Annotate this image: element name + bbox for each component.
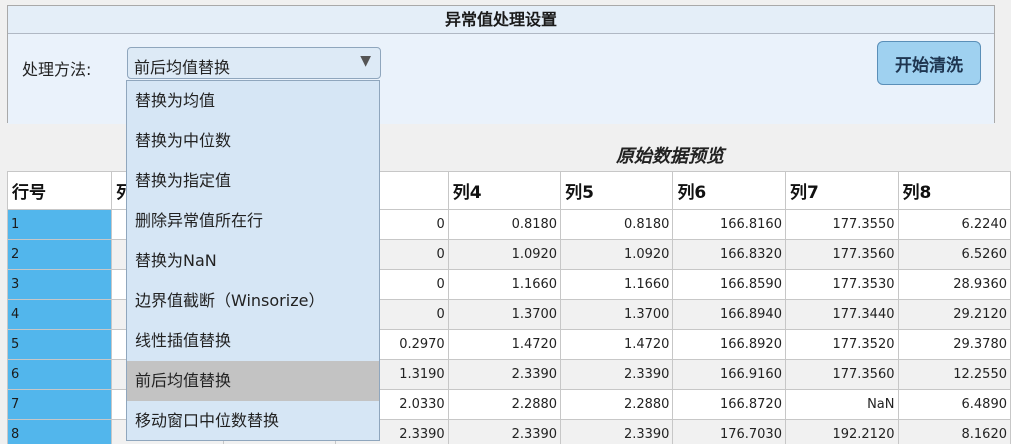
table-cell[interactable]: 2.3390 <box>560 419 674 444</box>
table-cell[interactable]: 8.1620 <box>897 419 1011 444</box>
table-cell[interactable]: 166.8940 <box>672 299 786 330</box>
table-cell[interactable]: 177.3520 <box>784 329 899 360</box>
table-cell[interactable]: 166.8320 <box>672 239 786 270</box>
dropdown-option[interactable]: 边界值截断（Winsorize） <box>127 281 379 321</box>
table-cell[interactable]: 29.3780 <box>897 329 1011 360</box>
table-cell[interactable]: 1.1660 <box>560 269 674 300</box>
table-cell[interactable]: 177.3560 <box>784 359 899 390</box>
table-cell[interactable]: 177.3440 <box>784 299 899 330</box>
dropdown-option[interactable]: 替换为中位数 <box>127 121 379 161</box>
table-cell[interactable]: 176.7030 <box>672 419 786 444</box>
row-number-cell[interactable]: 5 <box>7 329 113 360</box>
dropdown-option[interactable]: 前后均值替换 <box>127 361 379 401</box>
method-select[interactable]: 前后均值替换 ▼ <box>127 47 381 79</box>
table-cell[interactable]: 2.3390 <box>447 419 562 444</box>
table-cell[interactable]: 166.8920 <box>672 329 786 360</box>
table-cell[interactable]: 1.4720 <box>560 329 674 360</box>
table-cell[interactable]: 166.8160 <box>672 209 786 240</box>
table-cell[interactable]: 1.3700 <box>560 299 674 330</box>
row-number-cell[interactable]: 3 <box>7 269 113 300</box>
table-cell[interactable]: 1.4720 <box>447 329 562 360</box>
column-header[interactable]: 列7 <box>784 171 899 210</box>
table-cell[interactable]: 28.9360 <box>897 269 1011 300</box>
table-cell[interactable]: 0.8180 <box>560 209 674 240</box>
dropdown-option[interactable]: 替换为NaN <box>127 241 379 281</box>
table-cell[interactable]: 177.3560 <box>784 239 899 270</box>
app-window: 异常值处理设置 处理方法: 前后均值替换 ▼ 开始清洗 原始数据预览 行号列1列… <box>0 0 1011 444</box>
table-cell[interactable]: 1.1660 <box>447 269 562 300</box>
start-clean-button[interactable]: 开始清洗 <box>877 41 981 85</box>
row-number-cell[interactable]: 7 <box>7 389 113 420</box>
table-cell[interactable]: 192.2120 <box>784 419 899 444</box>
preview-title: 原始数据预览 <box>616 146 724 167</box>
table-cell[interactable]: 29.2120 <box>897 299 1011 330</box>
table-cell[interactable]: 6.2240 <box>897 209 1011 240</box>
table-cell[interactable]: 6.4890 <box>897 389 1011 420</box>
table-cell[interactable]: 166.8590 <box>672 269 786 300</box>
table-cell[interactable]: NaN <box>784 389 899 420</box>
table-cell[interactable]: 12.2550 <box>897 359 1011 390</box>
row-number-cell[interactable]: 6 <box>7 359 113 390</box>
row-number-cell[interactable]: 2 <box>7 239 113 270</box>
table-cell[interactable]: 1.0920 <box>560 239 674 270</box>
table-cell[interactable]: 2.2880 <box>447 389 562 420</box>
table-cell[interactable]: 177.3550 <box>784 209 899 240</box>
table-cell[interactable]: 1.0920 <box>447 239 562 270</box>
dropdown-option[interactable]: 替换为指定值 <box>127 161 379 201</box>
method-select-value: 前后均值替换 <box>134 58 231 77</box>
dropdown-option[interactable]: 线性插值替换 <box>127 321 379 361</box>
table-cell[interactable]: 166.9160 <box>672 359 786 390</box>
row-number-cell[interactable]: 8 <box>7 419 113 444</box>
column-header[interactable]: 列8 <box>897 171 1011 210</box>
column-header[interactable]: 行号 <box>7 171 113 210</box>
table-cell[interactable]: 6.5260 <box>897 239 1011 270</box>
row-number-cell[interactable]: 1 <box>7 209 113 240</box>
dropdown-option[interactable]: 删除异常值所在行 <box>127 201 379 241</box>
table-cell[interactable]: 2.3390 <box>560 359 674 390</box>
column-header[interactable]: 列5 <box>560 171 674 210</box>
table-cell[interactable]: 0.8180 <box>447 209 562 240</box>
table-cell[interactable]: 177.3530 <box>784 269 899 300</box>
table-cell[interactable]: 166.8720 <box>672 389 786 420</box>
row-number-cell[interactable]: 4 <box>7 299 113 330</box>
table-cell[interactable]: 2.3390 <box>447 359 562 390</box>
column-header[interactable]: 列4 <box>447 171 562 210</box>
table-cell[interactable]: 2.2880 <box>560 389 674 420</box>
column-header[interactable]: 列6 <box>672 171 786 210</box>
method-dropdown-list[interactable]: 替换为均值 替换为中位数 替换为指定值 删除异常值所在行 替换为NaN 边界值截断（Win… <box>126 80 380 441</box>
dropdown-option[interactable]: 移动窗口中位数替换 <box>127 401 379 440</box>
method-label: 处理方法: <box>22 60 92 79</box>
chevron-down-icon[interactable]: ▼ <box>360 53 371 69</box>
table-cell[interactable]: 1.3700 <box>447 299 562 330</box>
panel-title: 异常值处理设置 <box>8 6 994 34</box>
dropdown-option[interactable]: 替换为均值 <box>127 81 379 121</box>
